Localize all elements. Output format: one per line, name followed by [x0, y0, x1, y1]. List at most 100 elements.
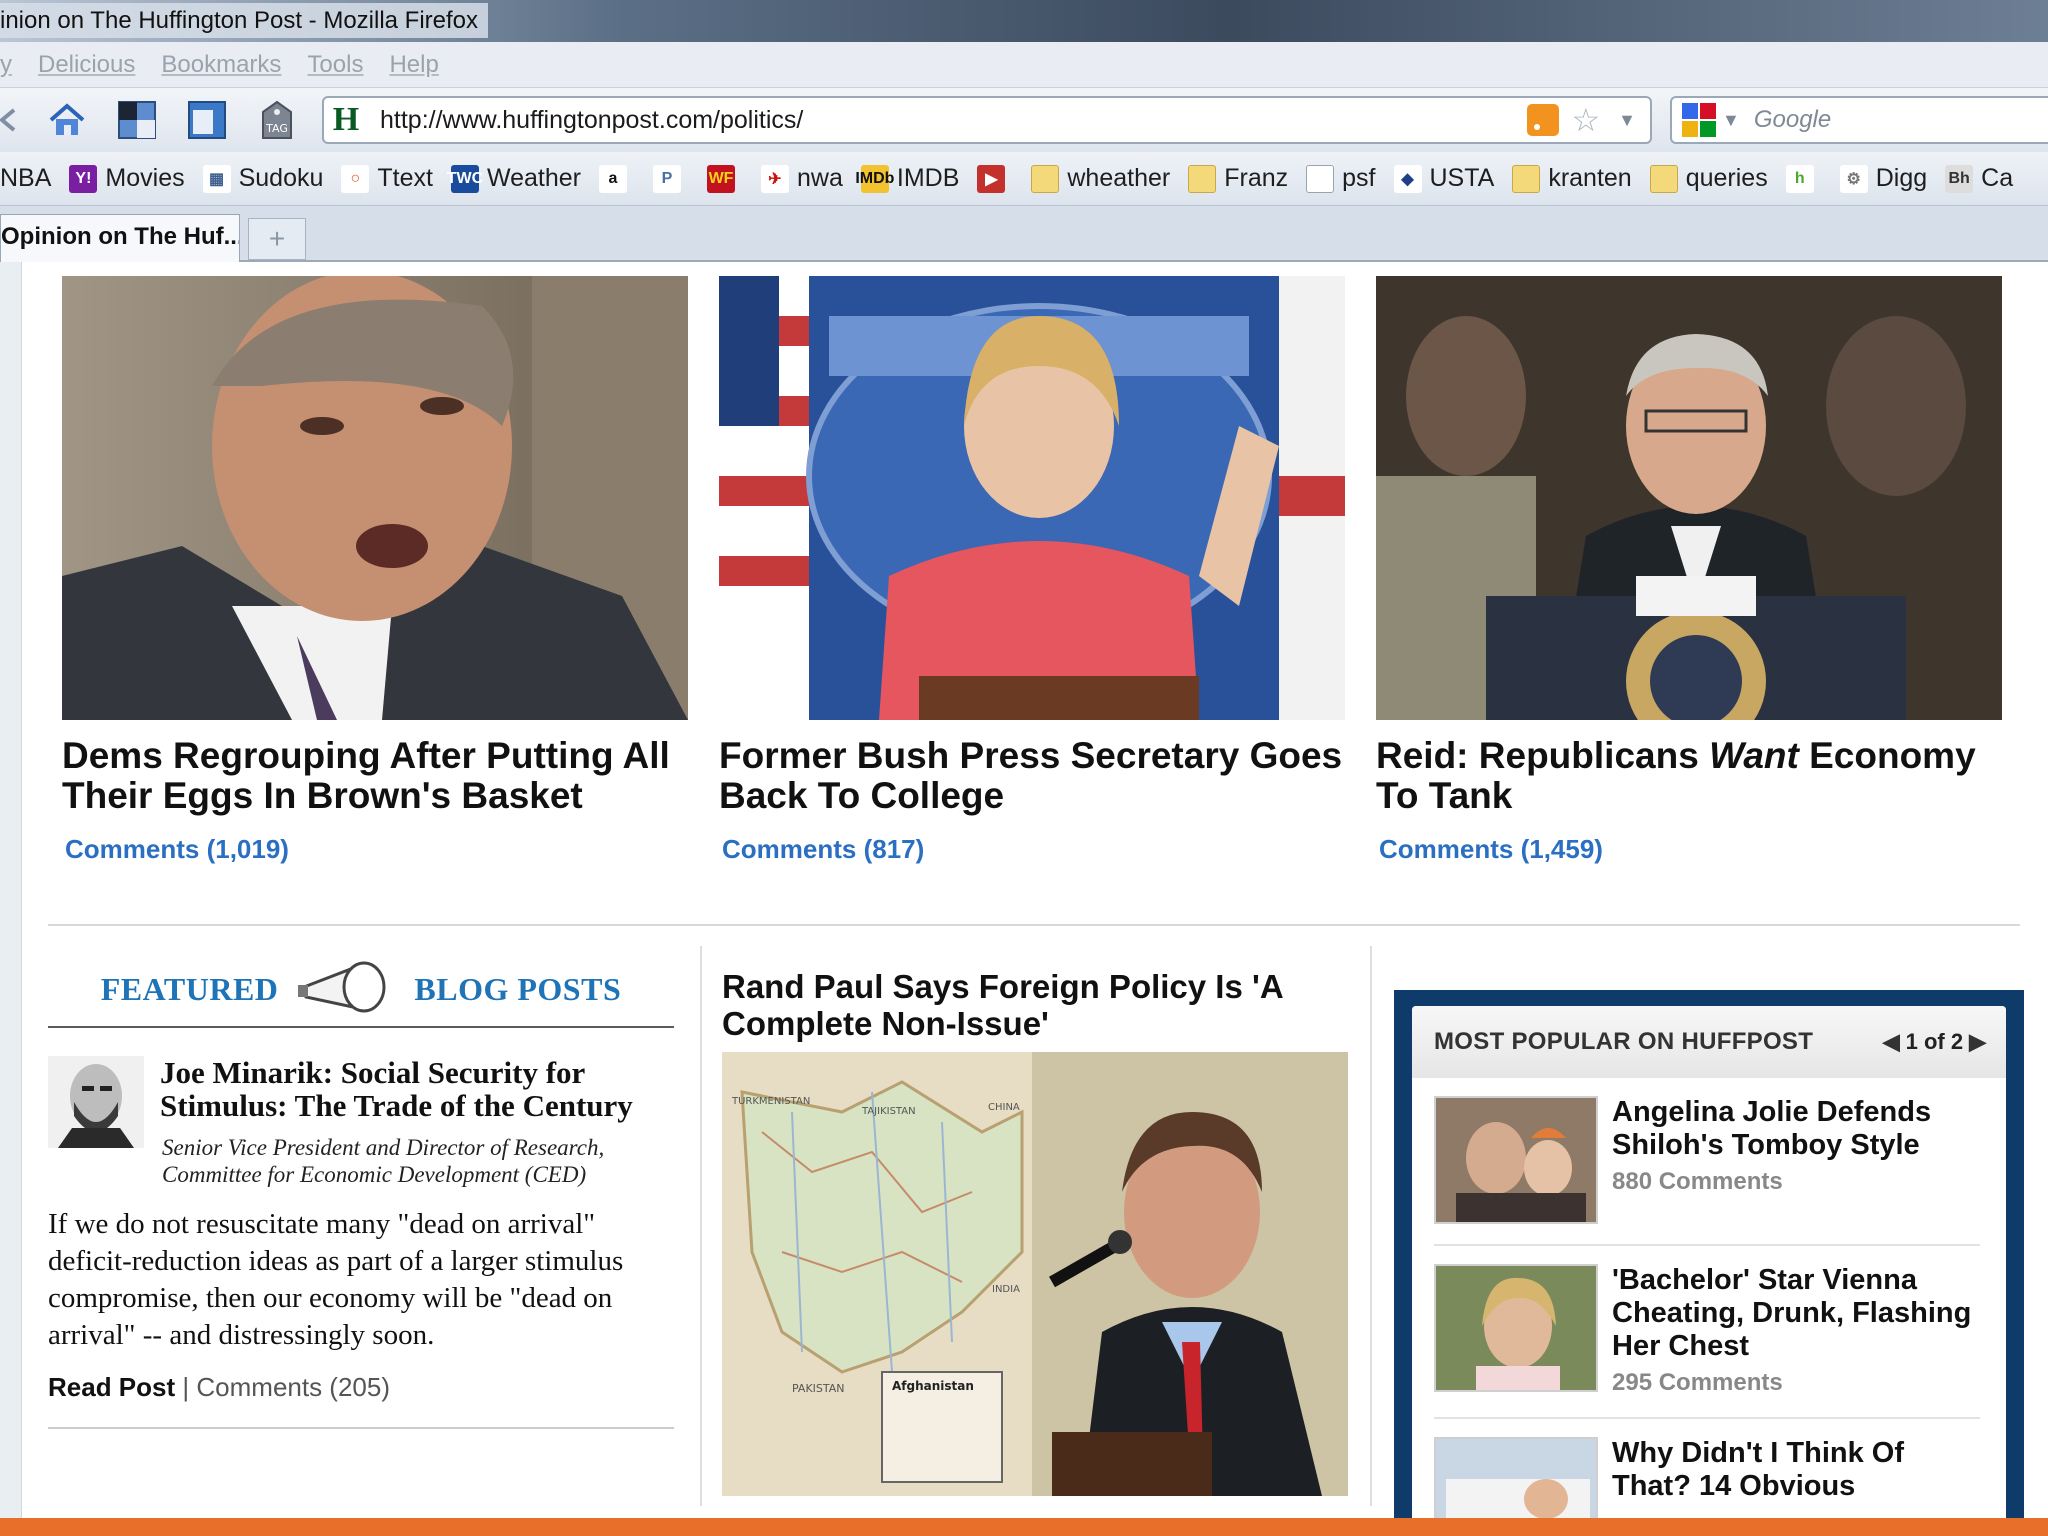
screen-icon[interactable] — [110, 96, 164, 144]
folder-icon — [1031, 164, 1060, 193]
bookmark-sudoku[interactable]: ▦ Sudoku — [202, 164, 323, 193]
bookmark-franz[interactable]: Franz — [1188, 164, 1288, 193]
bookmark-star-icon[interactable]: ☆ — [1571, 101, 1600, 139]
bookmark-label: kranten — [1548, 164, 1632, 192]
grid-icon: ▦ — [202, 164, 231, 193]
popular-item-title[interactable]: Angelina Jolie Defends Shiloh's Tomboy S… — [1612, 1096, 1980, 1162]
google-icon[interactable] — [1682, 103, 1716, 137]
bookmark-p[interactable]: P — [653, 164, 689, 193]
menu-history[interactable]: y — [0, 51, 12, 79]
popular-item-title[interactable]: 'Bachelor' Star Vienna Cheating, Drunk, … — [1612, 1264, 1980, 1363]
middle-story-photo[interactable]: TURKMENISTAN TAJIKISTAN CHINA PAKISTAN I… — [722, 1052, 1348, 1496]
menu-tools[interactable]: Tools — [307, 51, 363, 79]
bookmark-imdb[interactable]: IMDb IMDB — [855, 164, 959, 193]
top-story-3: Reid: Republicans Want Economy To Tank C… — [1376, 276, 2002, 865]
bottom-accent-bar — [0, 1518, 2048, 1536]
url-dropdown-icon[interactable]: ▼ — [1618, 110, 1636, 131]
usta-icon: ◆ — [1393, 164, 1422, 193]
blog-excerpt: If we do not resuscitate many "dead on a… — [48, 1208, 624, 1351]
bookmark-label: wheather — [1067, 164, 1171, 192]
bookmark-nba[interactable]: NBA — [0, 164, 51, 193]
bh-icon: Bh — [1945, 164, 1974, 193]
p-icon: P — [653, 164, 681, 193]
popular-item-comments[interactable]: 295 Comments — [1612, 1369, 1980, 1397]
search-input[interactable]: Google — [1754, 106, 1831, 134]
bookmark-psf[interactable]: psf — [1306, 164, 1376, 193]
bookmark-weather[interactable]: TWC Weather — [447, 164, 581, 193]
menu-bookmarks[interactable]: Bookmarks — [161, 51, 281, 79]
read-post-link[interactable]: Read Post — [48, 1372, 175, 1402]
new-tab-button[interactable]: + — [248, 218, 306, 260]
url-bar[interactable]: H http://www.huffingtonpost.com/politics… — [322, 96, 1652, 144]
tag-icon[interactable]: TAG — [250, 96, 304, 144]
window-titlebar: inion on The Huffington Post - Mozilla F… — [0, 0, 2048, 42]
folder-icon — [1512, 164, 1541, 193]
popular-item[interactable]: Angelina Jolie Defends Shiloh's Tomboy S… — [1434, 1096, 1980, 1246]
story-photo-press-secretary[interactable] — [719, 276, 1345, 720]
popular-item-comments[interactable]: 880 Comments — [1612, 1168, 1980, 1196]
popular-item[interactable]: 'Bachelor' Star Vienna Cheating, Drunk, … — [1434, 1264, 1980, 1419]
yahoo-icon: Y! — [69, 164, 98, 193]
bookmark-wheather[interactable]: wheather — [1031, 164, 1170, 193]
most-popular-title: MOST POPULAR ON HUFFPOST — [1434, 1028, 1814, 1055]
bookmark-label: NBA — [0, 164, 52, 192]
previous-arrow-icon[interactable]: ◀ — [1883, 1029, 1900, 1055]
url-text[interactable]: http://www.huffingtonpost.com/politics/ — [380, 106, 1527, 135]
featured-label: FEATURED — [100, 970, 279, 1007]
story-comments-link[interactable]: Comments (1,019) — [62, 834, 688, 865]
menu-help[interactable]: Help — [389, 51, 438, 79]
amazon-icon: a — [599, 164, 627, 193]
story-photo-brown[interactable] — [62, 276, 688, 720]
bookmark-label: Digg — [1875, 164, 1928, 192]
bookmark-queries[interactable]: queries — [1649, 164, 1768, 193]
bookmark-amazon[interactable]: a — [599, 164, 635, 193]
story-headline[interactable]: Former Bush Press Secretary Goes Back To… — [719, 736, 1345, 816]
window-title: inion on The Huffington Post - Mozilla F… — [0, 3, 489, 38]
search-bar[interactable]: ▼ Google — [1670, 96, 2048, 144]
column-divider — [1370, 946, 1372, 1506]
story-comments-link[interactable]: Comments (1,459) — [1376, 834, 2002, 865]
wf-icon: WF — [707, 164, 735, 193]
bookmark-youtube[interactable]: ▶ — [977, 164, 1013, 193]
back-arrow-icon[interactable] — [0, 96, 20, 144]
story-comments-link[interactable]: Comments (817) — [719, 834, 1345, 865]
next-arrow-icon[interactable]: ▶ — [1969, 1029, 1986, 1055]
imdb-icon: IMDb — [855, 164, 894, 193]
page-icon — [1306, 164, 1335, 193]
middle-story-headline[interactable]: Rand Paul Says Foreign Policy Is 'A Comp… — [722, 968, 1348, 1042]
bookmark-label: Franz — [1224, 164, 1289, 192]
svg-text:TAG: TAG — [265, 122, 288, 135]
bookmark-movies[interactable]: Y! Movies — [69, 164, 185, 193]
featured-blog-posts: FEATURED BLOG POSTS Joe Minarik: Social … — [48, 952, 674, 1429]
popular-item-title[interactable]: Why Didn't I Think Of That? 14 Obvious — [1612, 1437, 1980, 1503]
folder-icon — [1649, 164, 1678, 193]
story-photo-reid[interactable] — [1376, 276, 2002, 720]
home-icon[interactable] — [40, 96, 94, 144]
window-icon[interactable] — [180, 96, 234, 144]
bookmark-label: nwa — [797, 164, 843, 192]
megaphone-icon — [298, 961, 386, 1013]
popular-thumbnail[interactable] — [1434, 1096, 1598, 1224]
search-engine-dropdown-icon[interactable]: ▼ — [1722, 110, 1740, 131]
story-headline[interactable]: Reid: Republicans Want Economy To Tank — [1376, 736, 2002, 816]
navigation-toolbar: TAG H http://www.huffingtonpost.com/poli… — [0, 88, 2048, 152]
rss-icon[interactable] — [1527, 104, 1560, 136]
author-avatar[interactable] — [48, 1056, 144, 1148]
bookmark-ca[interactable]: Bh Ca — [1945, 164, 2013, 193]
bookmark-ttext[interactable]: ○ Ttext — [341, 164, 433, 193]
menu-delicious[interactable]: Delicious — [38, 51, 135, 79]
top-story-2: Former Bush Press Secretary Goes Back To… — [719, 276, 1345, 865]
popular-thumbnail[interactable] — [1434, 1264, 1598, 1392]
blog-comments-link[interactable]: Comments (205) — [196, 1372, 390, 1402]
bookmark-digg[interactable]: ⚙ Digg — [1839, 164, 1928, 193]
bookmark-h[interactable]: h — [1785, 164, 1822, 193]
bookmark-kranten[interactable]: kranten — [1512, 164, 1632, 193]
bookmark-usta[interactable]: ◆ USTA — [1393, 164, 1494, 193]
nwa-icon: ✈ — [761, 164, 789, 193]
tab-active[interactable]: Opinion on The Huf... — [0, 214, 240, 262]
bookmark-wf[interactable]: WF — [707, 164, 743, 193]
bookmark-nwa[interactable]: ✈ nwa — [761, 164, 843, 193]
separator: | — [182, 1372, 190, 1402]
blog-post-title[interactable]: Joe Minarik: Social Security for Stimulu… — [160, 1056, 674, 1122]
story-headline[interactable]: Dems Regrouping After Putting All Their … — [62, 736, 688, 816]
